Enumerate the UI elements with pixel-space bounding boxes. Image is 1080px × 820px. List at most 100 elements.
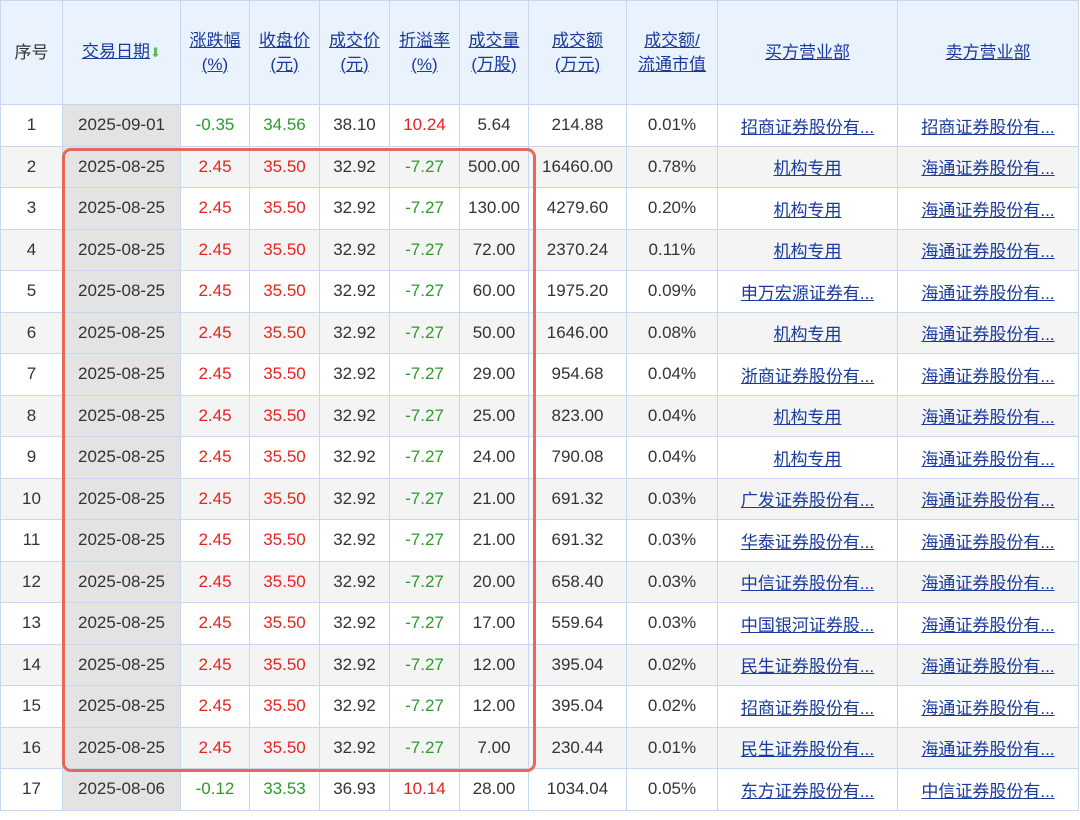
header-ratio[interactable]: 成交额/流通市值 xyxy=(626,0,718,105)
sort-ratio-link[interactable]: 成交额/流通市值 xyxy=(638,31,706,74)
header-buyer[interactable]: 买方营业部 xyxy=(717,0,898,105)
buyer-branch-link[interactable]: 浙商证券股份有... xyxy=(741,367,874,386)
seq-cell: 4 xyxy=(0,228,63,271)
seller-cell[interactable]: 海通证券股份有... xyxy=(897,602,1079,645)
buyer-cell[interactable]: 浙商证券股份有... xyxy=(717,353,898,396)
seller-cell[interactable]: 海通证券股份有... xyxy=(897,228,1079,271)
seller-cell[interactable]: 海通证券股份有... xyxy=(897,436,1079,479)
seller-branch-link[interactable]: 海通证券股份有... xyxy=(921,491,1054,510)
sort-amount-link[interactable]: 成交额 (万元) xyxy=(552,31,603,74)
sort-premium-link[interactable]: 折溢率 (%) xyxy=(399,31,450,74)
buyer-branch-link[interactable]: 东方证券股份有... xyxy=(741,782,874,801)
buyer-cell[interactable]: 招商证券股份有... xyxy=(717,104,898,147)
seller-cell[interactable]: 海通证券股份有... xyxy=(897,643,1079,686)
ratio-cell: 0.03% xyxy=(626,477,718,520)
buyer-branch-link[interactable]: 机构专用 xyxy=(774,201,842,220)
buyer-cell[interactable]: 机构专用 xyxy=(717,436,898,479)
seller-branch-link[interactable]: 海通证券股份有... xyxy=(921,740,1054,759)
header-chg[interactable]: 涨跌幅 (%) xyxy=(180,0,250,105)
buyer-cell[interactable]: 民生证券股份有... xyxy=(717,726,898,769)
buyer-branch-link[interactable]: 机构专用 xyxy=(774,242,842,261)
header-price[interactable]: 成交价 (元) xyxy=(319,0,390,105)
seller-cell[interactable]: 海通证券股份有... xyxy=(897,270,1079,313)
header-close[interactable]: 收盘价 (元) xyxy=(249,0,320,105)
table-row: 11 2025-08-25 2.45 35.50 32.92 -7.27 21.00 691.… xyxy=(0,519,1079,562)
volume-cell: 29.00 xyxy=(459,353,529,396)
ratio-cell: 0.01% xyxy=(626,104,718,147)
header-volume[interactable]: 成交量 (万股) xyxy=(459,0,529,105)
deal-price-cell: 32.92 xyxy=(319,685,390,728)
sort-date-link[interactable]: 交易日期 xyxy=(82,42,150,61)
seller-branch-link[interactable]: 海通证券股份有... xyxy=(921,201,1054,220)
sort-chg-link[interactable]: 涨跌幅 (%) xyxy=(190,31,241,74)
buyer-branch-link[interactable]: 机构专用 xyxy=(774,408,842,427)
seller-cell[interactable]: 中信证券股份有... xyxy=(897,768,1079,811)
buyer-cell[interactable]: 招商证券股份有... xyxy=(717,685,898,728)
header-seq: 序号 xyxy=(0,0,63,105)
header-premium[interactable]: 折溢率 (%) xyxy=(389,0,460,105)
buyer-cell[interactable]: 机构专用 xyxy=(717,394,898,437)
seller-branch-link[interactable]: 海通证券股份有... xyxy=(921,242,1054,261)
buyer-cell[interactable]: 机构专用 xyxy=(717,187,898,230)
buyer-branch-link[interactable]: 招商证券股份有... xyxy=(741,699,874,718)
buyer-branch-link[interactable]: 民生证券股份有... xyxy=(741,740,874,759)
volume-cell: 72.00 xyxy=(459,228,529,271)
buyer-cell[interactable]: 东方证券股份有... xyxy=(717,768,898,811)
seller-cell[interactable]: 招商证券股份有... xyxy=(897,104,1079,147)
sort-buyer-link[interactable]: 买方营业部 xyxy=(765,43,850,62)
sort-seller-link[interactable]: 卖方营业部 xyxy=(946,43,1031,62)
buyer-branch-link[interactable]: 申万宏源证券有... xyxy=(741,284,874,303)
arrow-down-icon[interactable]: ⬇ xyxy=(150,45,161,60)
seller-cell[interactable]: 海通证券股份有... xyxy=(897,477,1079,520)
premium-cell: -7.27 xyxy=(389,726,460,769)
sort-close-link[interactable]: 收盘价 (元) xyxy=(259,31,310,74)
seller-branch-link[interactable]: 海通证券股份有... xyxy=(921,450,1054,469)
buyer-cell[interactable]: 广发证券股份有... xyxy=(717,477,898,520)
sort-volume-link[interactable]: 成交量 (万股) xyxy=(469,31,520,74)
seller-cell[interactable]: 海通证券股份有... xyxy=(897,726,1079,769)
buyer-branch-link[interactable]: 民生证券股份有... xyxy=(741,657,874,676)
header-seller[interactable]: 卖方营业部 xyxy=(897,0,1079,105)
seller-cell[interactable]: 海通证券股份有... xyxy=(897,394,1079,437)
buyer-branch-link[interactable]: 中信证券股份有... xyxy=(741,574,874,593)
seller-cell[interactable]: 海通证券股份有... xyxy=(897,311,1079,354)
seller-cell[interactable]: 海通证券股份有... xyxy=(897,353,1079,396)
buyer-cell[interactable]: 华泰证券股份有... xyxy=(717,519,898,562)
buyer-branch-link[interactable]: 华泰证券股份有... xyxy=(741,533,874,552)
buyer-branch-link[interactable]: 招商证券股份有... xyxy=(741,118,874,137)
header-amount[interactable]: 成交额 (万元) xyxy=(528,0,627,105)
buyer-branch-link[interactable]: 机构专用 xyxy=(774,325,842,344)
buyer-branch-link[interactable]: 广发证券股份有... xyxy=(741,491,874,510)
seller-cell[interactable]: 海通证券股份有... xyxy=(897,519,1079,562)
seller-cell[interactable]: 海通证券股份有... xyxy=(897,685,1079,728)
buyer-cell[interactable]: 中信证券股份有... xyxy=(717,560,898,603)
seller-cell[interactable]: 海通证券股份有... xyxy=(897,187,1079,230)
seller-branch-link[interactable]: 海通证券股份有... xyxy=(921,408,1054,427)
seller-branch-link[interactable]: 海通证券股份有... xyxy=(921,699,1054,718)
deal-price-cell: 32.92 xyxy=(319,270,390,313)
buyer-cell[interactable]: 民生证券股份有... xyxy=(717,643,898,686)
seller-branch-link[interactable]: 中信证券股份有... xyxy=(921,782,1054,801)
buyer-branch-link[interactable]: 机构专用 xyxy=(774,159,842,178)
buyer-cell[interactable]: 机构专用 xyxy=(717,228,898,271)
buyer-cell[interactable]: 中国银河证券股... xyxy=(717,602,898,645)
buyer-branch-link[interactable]: 机构专用 xyxy=(774,450,842,469)
seller-branch-link[interactable]: 招商证券股份有... xyxy=(921,118,1054,137)
buyer-cell[interactable]: 机构专用 xyxy=(717,311,898,354)
seller-branch-link[interactable]: 海通证券股份有... xyxy=(921,533,1054,552)
header-date[interactable]: 交易日期⬇ xyxy=(62,0,181,105)
seller-branch-link[interactable]: 海通证券股份有... xyxy=(921,284,1054,303)
seller-branch-link[interactable]: 海通证券股份有... xyxy=(921,574,1054,593)
sort-price-link[interactable]: 成交价 (元) xyxy=(329,31,380,74)
seller-cell[interactable]: 海通证券股份有... xyxy=(897,145,1079,188)
close-price-cell: 35.50 xyxy=(249,685,320,728)
buyer-cell[interactable]: 机构专用 xyxy=(717,145,898,188)
seller-cell[interactable]: 海通证券股份有... xyxy=(897,560,1079,603)
buyer-cell[interactable]: 申万宏源证券有... xyxy=(717,270,898,313)
seller-branch-link[interactable]: 海通证券股份有... xyxy=(921,616,1054,635)
buyer-branch-link[interactable]: 中国银河证券股... xyxy=(741,616,874,635)
seller-branch-link[interactable]: 海通证券股份有... xyxy=(921,325,1054,344)
seller-branch-link[interactable]: 海通证券股份有... xyxy=(921,657,1054,676)
seller-branch-link[interactable]: 海通证券股份有... xyxy=(921,159,1054,178)
seller-branch-link[interactable]: 海通证券股份有... xyxy=(921,367,1054,386)
